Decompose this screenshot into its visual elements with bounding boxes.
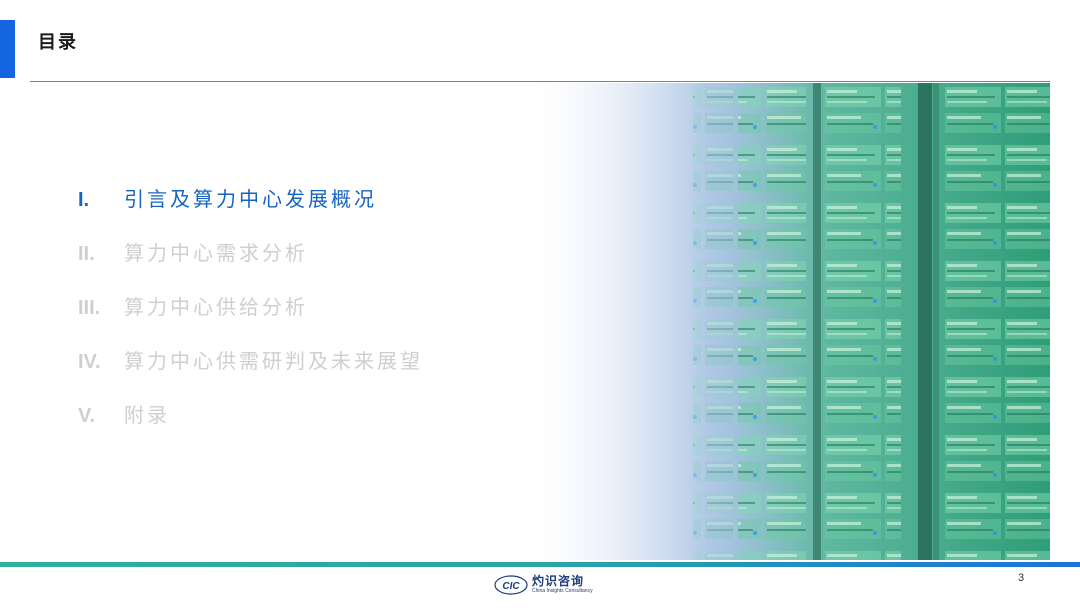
toc-number: V. (78, 405, 96, 427)
logo-mark-text: CIC (502, 581, 520, 592)
company-logo: CIC 灼识咨询 China Insights Consultancy (494, 574, 593, 596)
toc-item-1[interactable]: I. 引言及算力中心发展概况 (78, 183, 377, 212)
toc-label: 算力中心需求分析 (124, 241, 308, 265)
logo-chinese-name: 灼识咨询 (532, 574, 585, 588)
header-divider (30, 81, 1050, 82)
page-title: 目录 (38, 32, 78, 53)
toc-label: 引言及算力中心发展概况 (124, 187, 377, 211)
toc-item-2[interactable]: II. 算力中心需求分析 (78, 237, 308, 266)
toc-item-4[interactable]: IV. 算力中心供需研判及未来展望 (78, 345, 423, 374)
page-number: 3 (1018, 572, 1025, 584)
toc-label: 算力中心供需研判及未来展望 (124, 349, 423, 373)
toc-label: 算力中心供给分析 (124, 295, 308, 319)
toc-item-3[interactable]: III. 算力中心供给分析 (78, 291, 308, 320)
toc-item-5[interactable]: V. 附录 (78, 399, 170, 428)
title-accent-bar (0, 20, 15, 78)
logo-english-name: China Insights Consultancy (532, 588, 593, 594)
toc-label: 附录 (124, 403, 170, 427)
toc-number: I. (78, 189, 90, 211)
footer-band (0, 562, 1080, 567)
cic-logo-icon: CIC (494, 575, 528, 595)
server-racks-image (523, 83, 1050, 560)
toc-number: III. (78, 297, 101, 319)
toc-number: II. (78, 243, 95, 265)
toc-number: IV. (78, 351, 101, 373)
